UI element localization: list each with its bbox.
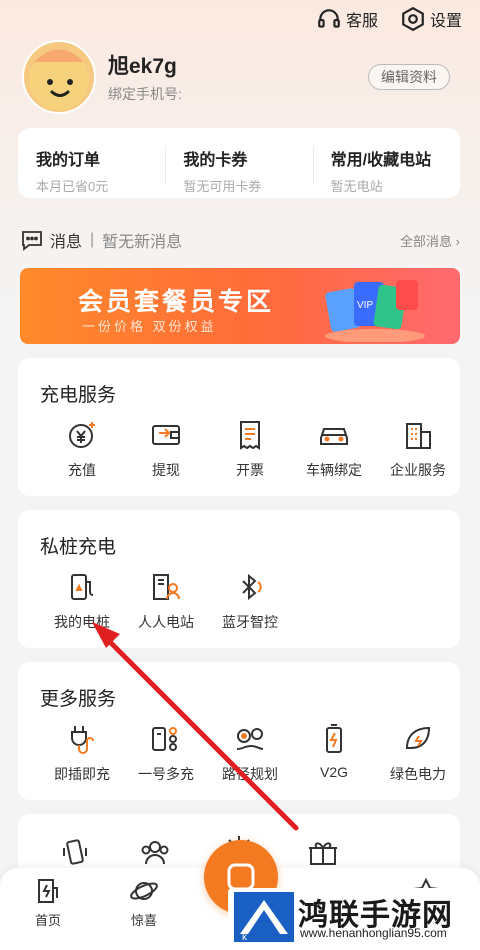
green-power-button[interactable]: 绿色电力 [376,722,460,784]
vehicle-binding-label: 车辆绑定 [306,462,362,478]
shared-station-icon [153,574,180,600]
route-planning-label: 路径规划 [222,766,278,782]
car-icon [320,428,348,445]
home-charger-icon [38,879,58,903]
gear-icon [402,6,424,32]
battery-icon [326,724,342,753]
withdraw-button[interactable]: 提现 [124,418,208,480]
vip-cards-icon: VIP [325,280,425,342]
phone-vibrate-icon[interactable] [58,836,92,870]
my-coupons-button[interactable]: 我的卡券 暂无可用卡券 [165,128,312,198]
enterprise-service-label: 企业服务 [390,462,446,478]
my-coupons-title: 我的卡券 [183,152,248,169]
bluetooth-control-label: 蓝牙智控 [222,614,278,630]
tab-home-label: 首页 [34,913,61,928]
membership-banner[interactable]: 会员套餐员专区 一份价格 双份权益 VIP [20,268,460,344]
plug-and-charge-label: 即插即充 [54,766,110,782]
customer-service-label: 客服 [345,13,378,30]
bluetooth-control-button[interactable]: 蓝牙智控 [208,570,292,632]
recharge-label: 充值 [68,462,96,478]
headset-icon [318,9,340,28]
quick-access-card: 我的订单 本月已省0元 我的卡券 暂无可用卡券 常用/收藏电站 暂无电站 [18,128,460,198]
message-status: 暂无新消息 [102,234,183,251]
more-services-title: 更多服务 [40,689,117,710]
avatar-face-icon [29,49,89,110]
shared-station-label: 人人电站 [138,614,194,630]
plug-and-charge-button[interactable]: 即插即充 [40,722,124,784]
withdraw-label: 提现 [152,462,180,478]
message-divider: | [90,231,95,248]
building-icon [406,423,431,449]
multi-charge-icon [152,727,177,751]
watermark: k 鸿联手游网 www.henanhonglian95.com [228,888,476,946]
favorite-stations-button[interactable]: 常用/收藏电站 暂无电站 [312,128,460,198]
recharge-yen-icon [69,422,95,448]
green-power-label: 绿色电力 [390,766,446,782]
private-pile-title: 私桩充电 [40,537,117,558]
tab-surprise-label: 惊喜 [130,913,157,928]
v2g-label: V2G [319,764,348,780]
plug-icon [71,726,94,754]
svg-text:VIP: VIP [357,300,373,311]
bluetooth-icon [242,573,262,601]
my-orders-subtitle: 本月已省0元 [36,179,109,194]
settings-label: 设置 [429,13,462,30]
shared-station-button[interactable]: 人人电站 [124,570,208,632]
route-pin-icon [236,728,264,750]
favorite-stations-title: 常用/收藏电站 [330,152,432,169]
message-icon [22,231,42,251]
invoice-button[interactable]: 开票 [208,418,292,480]
watermark-url: www.henanhonglian95.com [300,926,447,940]
invoice-label: 开票 [236,462,264,478]
edit-profile-button[interactable]: 编辑资料 [368,64,450,90]
phone-binding-label[interactable]: 绑定手机号: [108,84,182,104]
charger-pile-icon [71,574,94,600]
multi-charge-label: 一号多充 [138,766,194,782]
settings-button[interactable]: 设置 [400,6,462,32]
gift-icon[interactable] [306,836,340,870]
my-coupons-subtitle: 暂无可用卡券 [183,179,262,194]
all-messages-link[interactable]: 全部消息 › [400,231,460,250]
invoice-icon [240,421,260,450]
my-orders-title: 我的订单 [36,152,101,169]
my-charger-label: 我的电桩 [54,614,110,630]
watermark-logo-icon: k [234,892,294,942]
tab-surprise[interactable]: 惊喜 [114,876,174,929]
recharge-button[interactable]: 充值 [40,418,124,480]
charging-service-title: 充电服务 [40,385,117,406]
withdraw-wallet-icon [152,425,180,445]
top-bar: 客服 设置 [316,6,462,32]
multi-charge-button[interactable]: 一号多充 [124,722,208,784]
favorite-stations-subtitle: 暂无电站 [330,179,383,194]
v2g-button[interactable]: V2G [292,722,376,784]
avatar[interactable] [22,40,96,114]
customer-service-button[interactable]: 客服 [316,6,378,32]
users-group-icon[interactable] [138,836,172,870]
my-orders-button[interactable]: 我的订单 本月已省0元 [18,128,165,198]
banner-subtitle: 一份价格 双份权益 [82,319,217,334]
message-row[interactable]: 消息 | 暂无新消息 全部消息 › [20,228,460,252]
planet-icon [130,882,158,900]
username: 旭ek7g [108,55,177,78]
more-services-card: 更多服务 即插即充 一号多充 路径规划 V2G 绿色电力 [18,662,460,800]
charging-service-card: 充电服务 充值 提现 开票 车辆绑定 企业服务 [18,358,460,496]
my-charger-button[interactable]: 我的电桩 [40,570,124,632]
vehicle-binding-button[interactable]: 车辆绑定 [292,418,376,480]
green-leaf-icon [405,726,431,749]
message-label: 消息 [50,234,83,251]
tab-home[interactable]: 首页 [18,876,78,929]
banner-title: 会员套餐员专区 [78,288,275,316]
enterprise-service-button[interactable]: 企业服务 [376,418,460,480]
route-planning-button[interactable]: 路径规划 [208,722,292,784]
private-pile-card: 私桩充电 我的电桩 人人电站 蓝牙智控 [18,510,460,648]
